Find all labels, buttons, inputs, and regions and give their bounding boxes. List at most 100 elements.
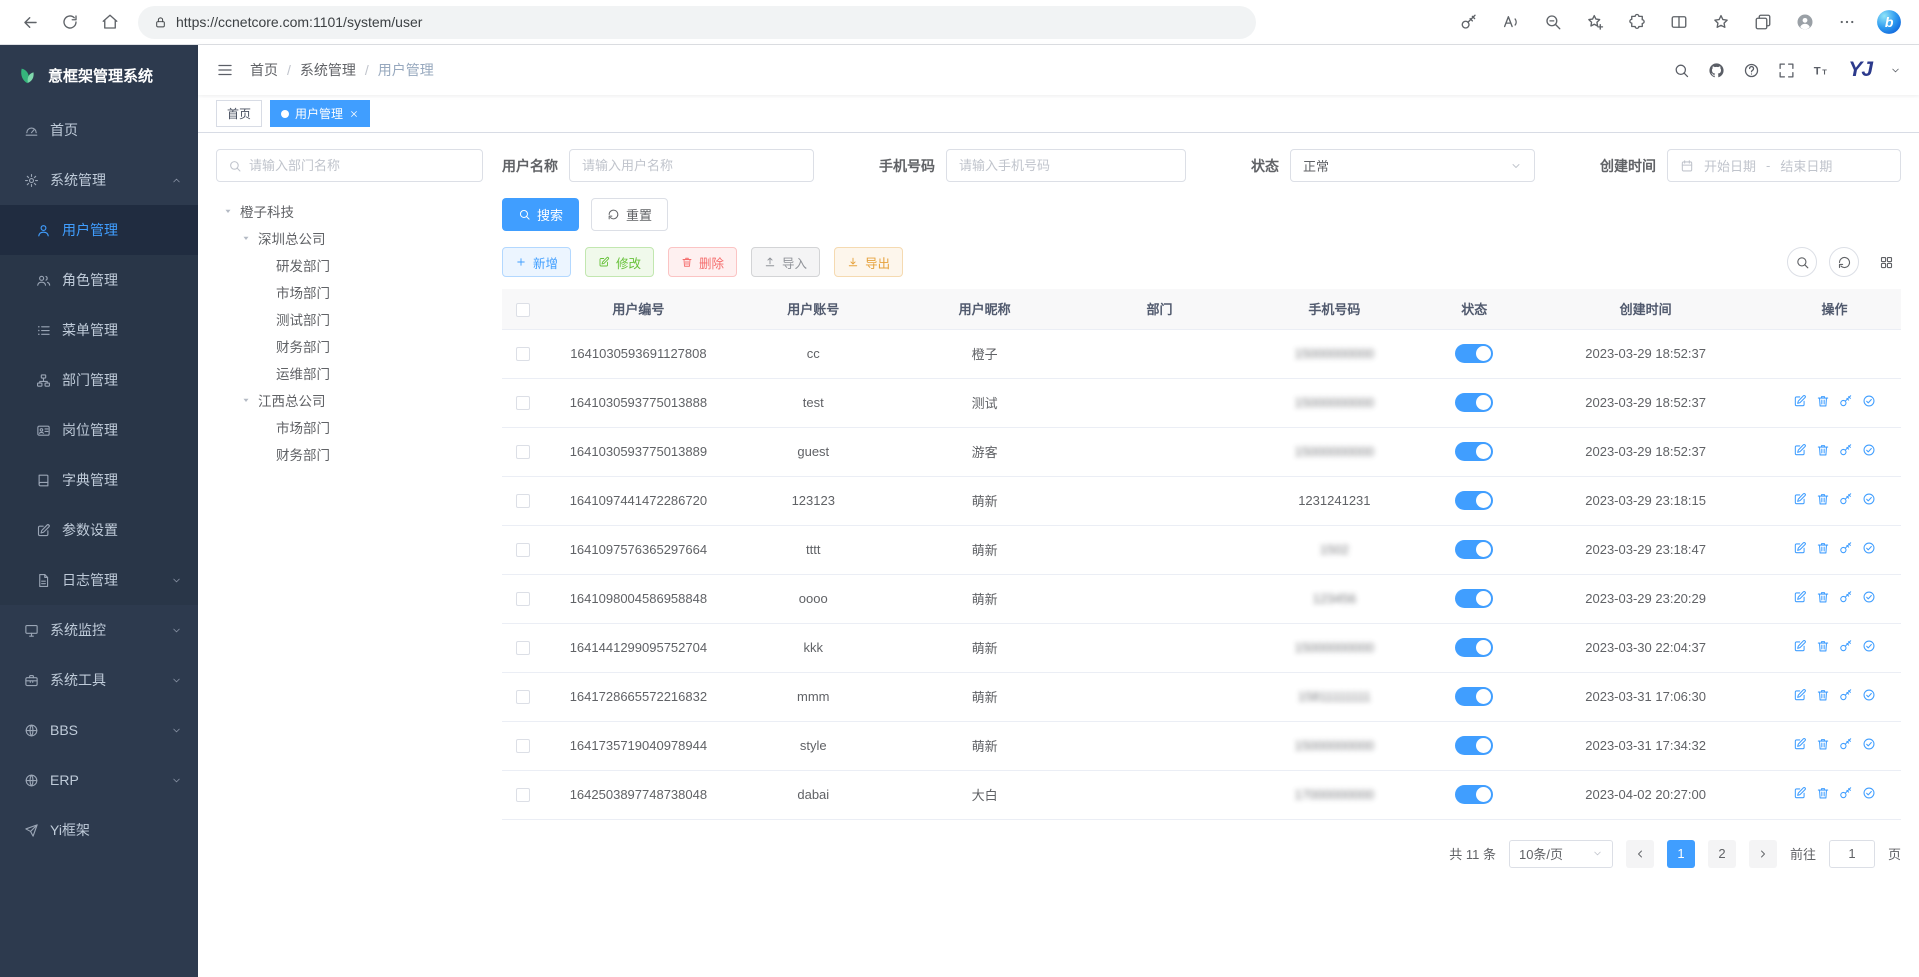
page-button-2[interactable]: 2 <box>1708 840 1736 868</box>
edit-row-icon[interactable] <box>1793 492 1807 506</box>
status-toggle[interactable] <box>1455 393 1493 412</box>
extension-icon[interactable] <box>1621 6 1653 38</box>
edit-row-icon[interactable] <box>1793 443 1807 457</box>
next-page-button[interactable] <box>1749 840 1777 868</box>
sidebar-item-yi-framework[interactable]: Yi框架 <box>0 805 198 855</box>
sidebar-item-menu-mgmt[interactable]: 菜单管理 <box>0 305 198 355</box>
delete-row-icon[interactable] <box>1816 786 1830 800</box>
row-checkbox[interactable] <box>516 788 530 802</box>
refresh-icon-button[interactable] <box>1829 247 1859 277</box>
tree-node[interactable]: 研发部门 <box>216 251 483 278</box>
hamburger-icon[interactable] <box>216 61 234 79</box>
assign-role-icon[interactable] <box>1862 394 1876 408</box>
dept-search-input[interactable] <box>249 158 471 173</box>
edit-row-icon[interactable] <box>1793 688 1807 702</box>
tree-node[interactable]: 财务部门 <box>216 332 483 359</box>
reload-icon[interactable] <box>54 6 86 38</box>
status-toggle[interactable] <box>1455 638 1493 657</box>
breadcrumb-system[interactable]: 系统管理 <box>300 60 356 80</box>
delete-row-icon[interactable] <box>1816 639 1830 653</box>
phone-field[interactable] <box>959 158 1173 173</box>
tab-home[interactable]: 首页 <box>216 100 262 127</box>
assign-role-icon[interactable] <box>1862 786 1876 800</box>
tree-node[interactable]: 运维部门 <box>216 359 483 386</box>
row-checkbox[interactable] <box>516 739 530 753</box>
assign-role-icon[interactable] <box>1862 688 1876 702</box>
assign-role-icon[interactable] <box>1862 492 1876 506</box>
sidebar-item-role-mgmt[interactable]: 角色管理 <box>0 255 198 305</box>
edit-row-icon[interactable] <box>1793 639 1807 653</box>
row-checkbox[interactable] <box>516 445 530 459</box>
address-bar[interactable]: https://ccnetcore.com:1101/system/user <box>138 6 1256 39</box>
sidebar-item-system-mgmt[interactable]: 系统管理 <box>0 155 198 205</box>
edit-button[interactable]: 修改 <box>585 247 654 277</box>
status-toggle[interactable] <box>1455 687 1493 706</box>
assign-role-icon[interactable] <box>1862 639 1876 653</box>
sidebar-item-erp[interactable]: ERP <box>0 755 198 805</box>
tab-user-mgmt[interactable]: 用户管理 <box>270 100 370 127</box>
status-select[interactable]: 正常 <box>1290 149 1535 182</box>
row-checkbox[interactable] <box>516 396 530 410</box>
favorites-bar-icon[interactable] <box>1705 6 1737 38</box>
username-input[interactable] <box>569 149 814 182</box>
tree-node[interactable]: 市场部门 <box>216 413 483 440</box>
key-icon[interactable] <box>1453 6 1485 38</box>
delete-row-icon[interactable] <box>1816 394 1830 408</box>
edit-row-icon[interactable] <box>1793 786 1807 800</box>
reset-password-icon[interactable] <box>1839 541 1853 555</box>
copilot-icon[interactable]: b <box>1873 6 1905 38</box>
delete-row-icon[interactable] <box>1816 737 1830 751</box>
sidebar-item-dict-mgmt[interactable]: 字典管理 <box>0 455 198 505</box>
row-checkbox[interactable] <box>516 592 530 606</box>
header-brand-logo[interactable]: YJ <box>1848 58 1872 82</box>
row-checkbox[interactable] <box>516 543 530 557</box>
sidebar-item-param-settings[interactable]: 参数设置 <box>0 505 198 555</box>
reset-password-icon[interactable] <box>1839 639 1853 653</box>
sidebar-item-post-mgmt[interactable]: 岗位管理 <box>0 405 198 455</box>
search-icon[interactable] <box>1673 62 1690 79</box>
import-button[interactable]: 导入 <box>751 247 820 277</box>
assign-role-icon[interactable] <box>1862 590 1876 604</box>
delete-row-icon[interactable] <box>1816 590 1830 604</box>
row-checkbox[interactable] <box>516 641 530 655</box>
page-button-1[interactable]: 1 <box>1667 840 1695 868</box>
prev-page-button[interactable] <box>1626 840 1654 868</box>
dept-search-box[interactable] <box>216 149 483 182</box>
edit-row-icon[interactable] <box>1793 541 1807 555</box>
add-button[interactable]: 新增 <box>502 247 571 277</box>
goto-page-input[interactable] <box>1829 840 1875 868</box>
tree-node[interactable]: 橙子科技 <box>216 197 483 224</box>
sidebar-item-home[interactable]: 首页 <box>0 105 198 155</box>
reset-password-icon[interactable] <box>1839 492 1853 506</box>
assign-role-icon[interactable] <box>1862 737 1876 751</box>
edit-row-icon[interactable] <box>1793 737 1807 751</box>
page-size-select[interactable]: 10条/页 <box>1509 840 1613 868</box>
status-toggle[interactable] <box>1455 589 1493 608</box>
date-range-picker[interactable]: 开始日期 - 结束日期 <box>1667 149 1901 182</box>
status-toggle[interactable] <box>1455 736 1493 755</box>
read-aloud-icon[interactable] <box>1495 6 1527 38</box>
home-icon[interactable] <box>94 6 126 38</box>
search-button[interactable]: 搜索 <box>502 198 579 231</box>
row-checkbox[interactable] <box>516 347 530 361</box>
grid-icon-button[interactable] <box>1871 247 1901 277</box>
assign-role-icon[interactable] <box>1862 541 1876 555</box>
status-toggle[interactable] <box>1455 344 1493 363</box>
reset-password-icon[interactable] <box>1839 394 1853 408</box>
edit-row-icon[interactable] <box>1793 590 1807 604</box>
sidebar-item-log-mgmt[interactable]: 日志管理 <box>0 555 198 605</box>
assign-role-icon[interactable] <box>1862 443 1876 457</box>
reset-password-icon[interactable] <box>1839 688 1853 702</box>
tree-node[interactable]: 财务部门 <box>216 440 483 467</box>
help-icon[interactable] <box>1743 62 1760 79</box>
delete-row-icon[interactable] <box>1816 541 1830 555</box>
reset-password-icon[interactable] <box>1839 590 1853 604</box>
reset-button[interactable]: 重置 <box>591 198 668 231</box>
username-field[interactable] <box>582 158 801 173</box>
search-icon-button[interactable] <box>1787 247 1817 277</box>
favorite-add-icon[interactable] <box>1579 6 1611 38</box>
back-icon[interactable] <box>14 6 46 38</box>
delete-row-icon[interactable] <box>1816 688 1830 702</box>
row-checkbox[interactable] <box>516 690 530 704</box>
status-toggle[interactable] <box>1455 540 1493 559</box>
